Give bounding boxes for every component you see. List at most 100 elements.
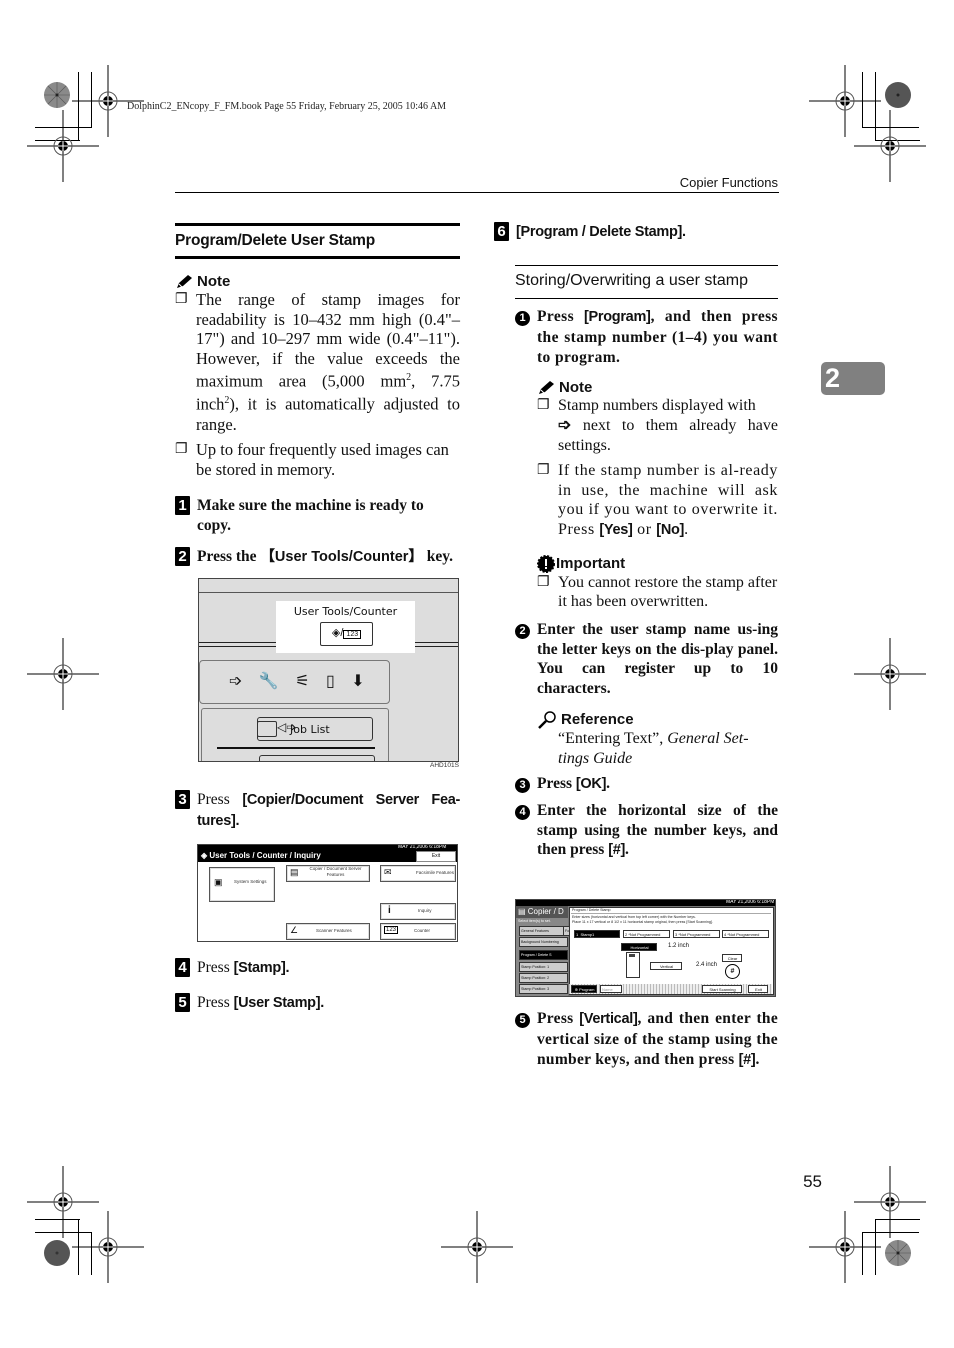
stamp-4-button[interactable]: 4 *Not Programmed: [722, 930, 769, 938]
step-6: 6 [Program / Delete Stamp].: [494, 222, 784, 243]
right-column: Storing/Overwriting a user stamp 1 Press…: [515, 265, 778, 861]
stamp-position-1[interactable]: Stamp Position: 1: [519, 962, 568, 972]
important-icon: [537, 554, 555, 573]
substep-3: 3 Press [OK].: [515, 774, 778, 795]
reference-text: “Entering Text”, General Set-tings Guide: [558, 729, 749, 767]
registration-target-icon: [72, 1211, 144, 1283]
note-item: ❐ The range of stamp images for readabil…: [175, 290, 461, 434]
scanner-icon: ∠: [290, 925, 299, 935]
job-list-icon: ◁➩: [277, 720, 297, 734]
checkbox-bullet-icon: ❐: [537, 463, 551, 479]
note-heading: Note: [175, 273, 460, 290]
user-tools-screen: MAY 21,2006 6:18PM ◈ User Tools / Counte…: [197, 844, 458, 942]
note-item: ❐ Stamp numbers displayed with ➩ next to …: [537, 397, 778, 454]
screen-title: ◈ User Tools / Counter / Inquiry: [201, 851, 321, 860]
checkbox-bullet-icon: ❐: [175, 292, 188, 307]
substep-4: 4 Enter the horizontal size of the stamp…: [515, 801, 778, 861]
program-delete-stamp-button[interactable]: Program / Delete S: [519, 950, 568, 960]
note-label: Note: [197, 273, 231, 290]
important-item: ❐ You cannot restore the stamp after it …: [537, 573, 778, 611]
key-no: [No]: [656, 521, 685, 538]
book-info: DolphinC2_ENcopy_F_FM.book Page 55 Frida…: [127, 101, 447, 112]
step-4: 4 Press [Stamp].: [175, 958, 460, 979]
magnifier-icon: [538, 711, 556, 729]
stamp-position-3[interactable]: Stamp Position: 3: [519, 984, 568, 994]
vertical-value: 2.4 inch: [696, 962, 718, 968]
hash-key[interactable]: #: [725, 964, 740, 979]
registration-target-icon: [854, 110, 926, 182]
starburst-icon: [885, 82, 911, 108]
checkbox-bullet-icon: ❐: [175, 442, 188, 458]
pencil-icon: [177, 274, 192, 288]
key-program-delete-stamp: [Program / Delete Stamp]: [516, 224, 683, 240]
note-heading: Note: [537, 379, 778, 396]
key-user-tools-counter: 【User Tools/Counter】: [260, 548, 423, 565]
program-button[interactable]: ⊕ Program: [571, 985, 597, 993]
key-ok: [OK]: [575, 775, 607, 792]
substep-5: 5 Press [Vertical], and then enter the v…: [515, 1009, 778, 1070]
registration-target-icon: [441, 1211, 513, 1283]
key-stamp: [Stamp]: [233, 960, 286, 976]
step-3: 3 Press [Copier/Document Server Fea-ture…: [175, 790, 460, 832]
copier-icon: ▤: [290, 867, 299, 877]
stamp-3-button[interactable]: 3 *Not Programmed: [673, 930, 720, 938]
pencil-icon: [539, 380, 554, 394]
section-title: Program/Delete User Stamp: [175, 223, 460, 259]
user-tools-icon: ◈: [331, 627, 341, 639]
screen-datetime: MAY 21,2006 6:18PM: [726, 899, 775, 905]
horizontal-button[interactable]: Horizontal: [621, 943, 657, 951]
stamp-1-button[interactable]: 1 Stamp1: [574, 930, 620, 938]
vertical-button[interactable]: Vertical: [650, 962, 682, 970]
start-scanning-button[interactable]: Start Scanning: [702, 985, 742, 993]
registration-target-icon: [854, 1166, 926, 1238]
dialog-instructions: Enter sizes (horizontal and vertical fro…: [572, 915, 713, 924]
page-number: 55: [803, 1172, 822, 1191]
figure-id: AHD101S: [430, 762, 459, 769]
function-key-icons: ➩ 🔧 ⚟ ▯ ⬇: [229, 673, 371, 690]
program-delete-stamp-screen: MAY 21,2006 6:18PM ▤ Copier / D Select i…: [515, 899, 776, 997]
key-vertical: [Vertical]: [579, 1011, 638, 1027]
screen-title: ▤ Copier / D: [518, 907, 564, 916]
substep-2: 2 Enter the user stamp name us-ing the l…: [515, 620, 778, 699]
tab-general-features[interactable]: General Features: [519, 926, 564, 936]
arrow-stamp-set-icon: ➩: [558, 416, 572, 434]
horizontal-value: 1.2 inch: [668, 943, 690, 949]
starburst-icon: [44, 82, 70, 108]
name-field[interactable]: Name: [600, 985, 622, 993]
note-block: Note ❐ Stamp numbers displayed with ➩ nex…: [537, 379, 778, 611]
note-item: ❐ Up to four frequently used images can …: [175, 440, 449, 479]
step-1: 1 Make sure the machine is ready to copy…: [175, 496, 460, 536]
important-heading: Important: [537, 554, 778, 573]
reference-heading: Reference: [537, 711, 778, 729]
left-column: Program/Delete User Stamp Note ❐ The ran…: [175, 223, 460, 568]
note-item: ❐ If the stamp number is al-ready in use…: [537, 461, 778, 540]
step-2: 2 Press the 【User Tools/Counter】 key.: [175, 546, 460, 568]
running-head: Copier Functions: [679, 175, 778, 190]
key-hash: [#]: [738, 1051, 756, 1068]
stamp-position-2[interactable]: Stamp Position: 2: [519, 973, 568, 983]
user-tools-counter-label: User Tools/Counter: [293, 605, 398, 618]
counter-icon: 123: [384, 926, 399, 934]
exit-button[interactable]: Exit: [416, 851, 456, 862]
key-program: [Program]: [583, 309, 651, 325]
registration-target-icon: [27, 638, 99, 710]
registration-target-icon: [27, 110, 99, 182]
clear-button[interactable]: Clear: [722, 954, 742, 962]
key-hash: [#]: [608, 842, 626, 859]
substep-1: 1 Press [Program], and then press the st…: [515, 307, 778, 367]
checkbox-bullet-icon: ❐: [537, 398, 550, 414]
reference-block: Reference “Entering Text”, General Set-t…: [537, 711, 778, 769]
exit-button[interactable]: Exit: [748, 985, 768, 993]
header-rule: [175, 192, 779, 193]
checkbox-bullet-icon: ❐: [537, 574, 550, 590]
user-tools-counter-key[interactable]: ◈/123: [320, 622, 373, 646]
background-numbering-button[interactable]: Background Numbering: [519, 937, 568, 947]
dialog-title: Program / Delete Stamp: [572, 908, 611, 912]
key-yes: [Yes]: [599, 521, 633, 538]
chapter-tab: 2: [821, 362, 885, 395]
subsection-title: Storing/Overwriting a user stamp: [515, 265, 778, 299]
starburst-icon: [44, 1240, 70, 1266]
fax-icon: ✉: [384, 867, 392, 877]
step-5: 5 Press [User Stamp].: [175, 993, 460, 1014]
stamp-2-button[interactable]: 2 *Not Programmed: [623, 930, 670, 938]
